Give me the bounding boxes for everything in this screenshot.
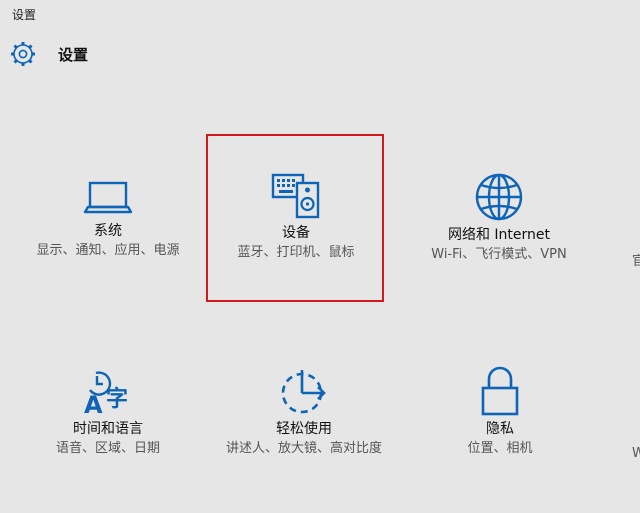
tile-system-desc: 显示、通知、应用、电源 — [36, 243, 180, 258]
tile-network-label: 网络和 Internet — [447, 227, 551, 243]
time-language-icon: A 字 — [84, 371, 128, 416]
gear-icon — [11, 42, 35, 66]
tile-ease-of-access[interactable]: 轻松使用 讲述人、放大镜、高对比度 — [222, 366, 386, 458]
globe-icon — [475, 173, 523, 221]
tile-devices[interactable]: 设备 蓝牙、打印机、鼠标 — [216, 172, 376, 262]
tile-time-language-label: 时间和语言 — [73, 421, 143, 437]
tile-ease-of-access-desc: 讲述人、放大镜、高对比度 — [225, 441, 382, 456]
tile-privacy-desc: 位置、相机 — [467, 441, 533, 456]
ease-of-access-icon — [281, 370, 326, 414]
page-title: 设置 — [58, 45, 89, 64]
tile-time-language[interactable]: A 字 时间和语言 语音、区域、日期 — [30, 366, 186, 458]
svg-text:A: A — [84, 391, 103, 416]
laptop-icon — [83, 181, 133, 214]
tile-privacy[interactable]: 隐私 位置、相机 — [440, 366, 560, 458]
tile-devices-desc: 蓝牙、打印机、鼠标 — [237, 245, 355, 260]
tile-privacy-label: 隐私 — [486, 421, 514, 437]
window-title: 设置 — [12, 8, 37, 22]
tile-system[interactable]: 系统 显示、通知、应用、电源 — [30, 178, 186, 260]
settings-header: 设置 — [10, 40, 88, 68]
clipped-tile-text: W — [632, 446, 640, 461]
tile-devices-label: 设备 — [282, 225, 310, 241]
lock-icon — [481, 366, 519, 416]
device-icon — [271, 173, 320, 219]
tile-system-label: 系统 — [94, 223, 122, 239]
clipped-tile-text: 官 — [632, 254, 640, 269]
tile-network[interactable]: 网络和 Internet Wi-Fi、飞行模式、VPN — [416, 172, 582, 264]
tile-network-desc: Wi-Fi、飞行模式、VPN — [431, 247, 567, 262]
tile-time-language-desc: 语音、区域、日期 — [55, 441, 160, 456]
svg-text:字: 字 — [106, 386, 128, 412]
tile-ease-of-access-label: 轻松使用 — [276, 421, 332, 437]
